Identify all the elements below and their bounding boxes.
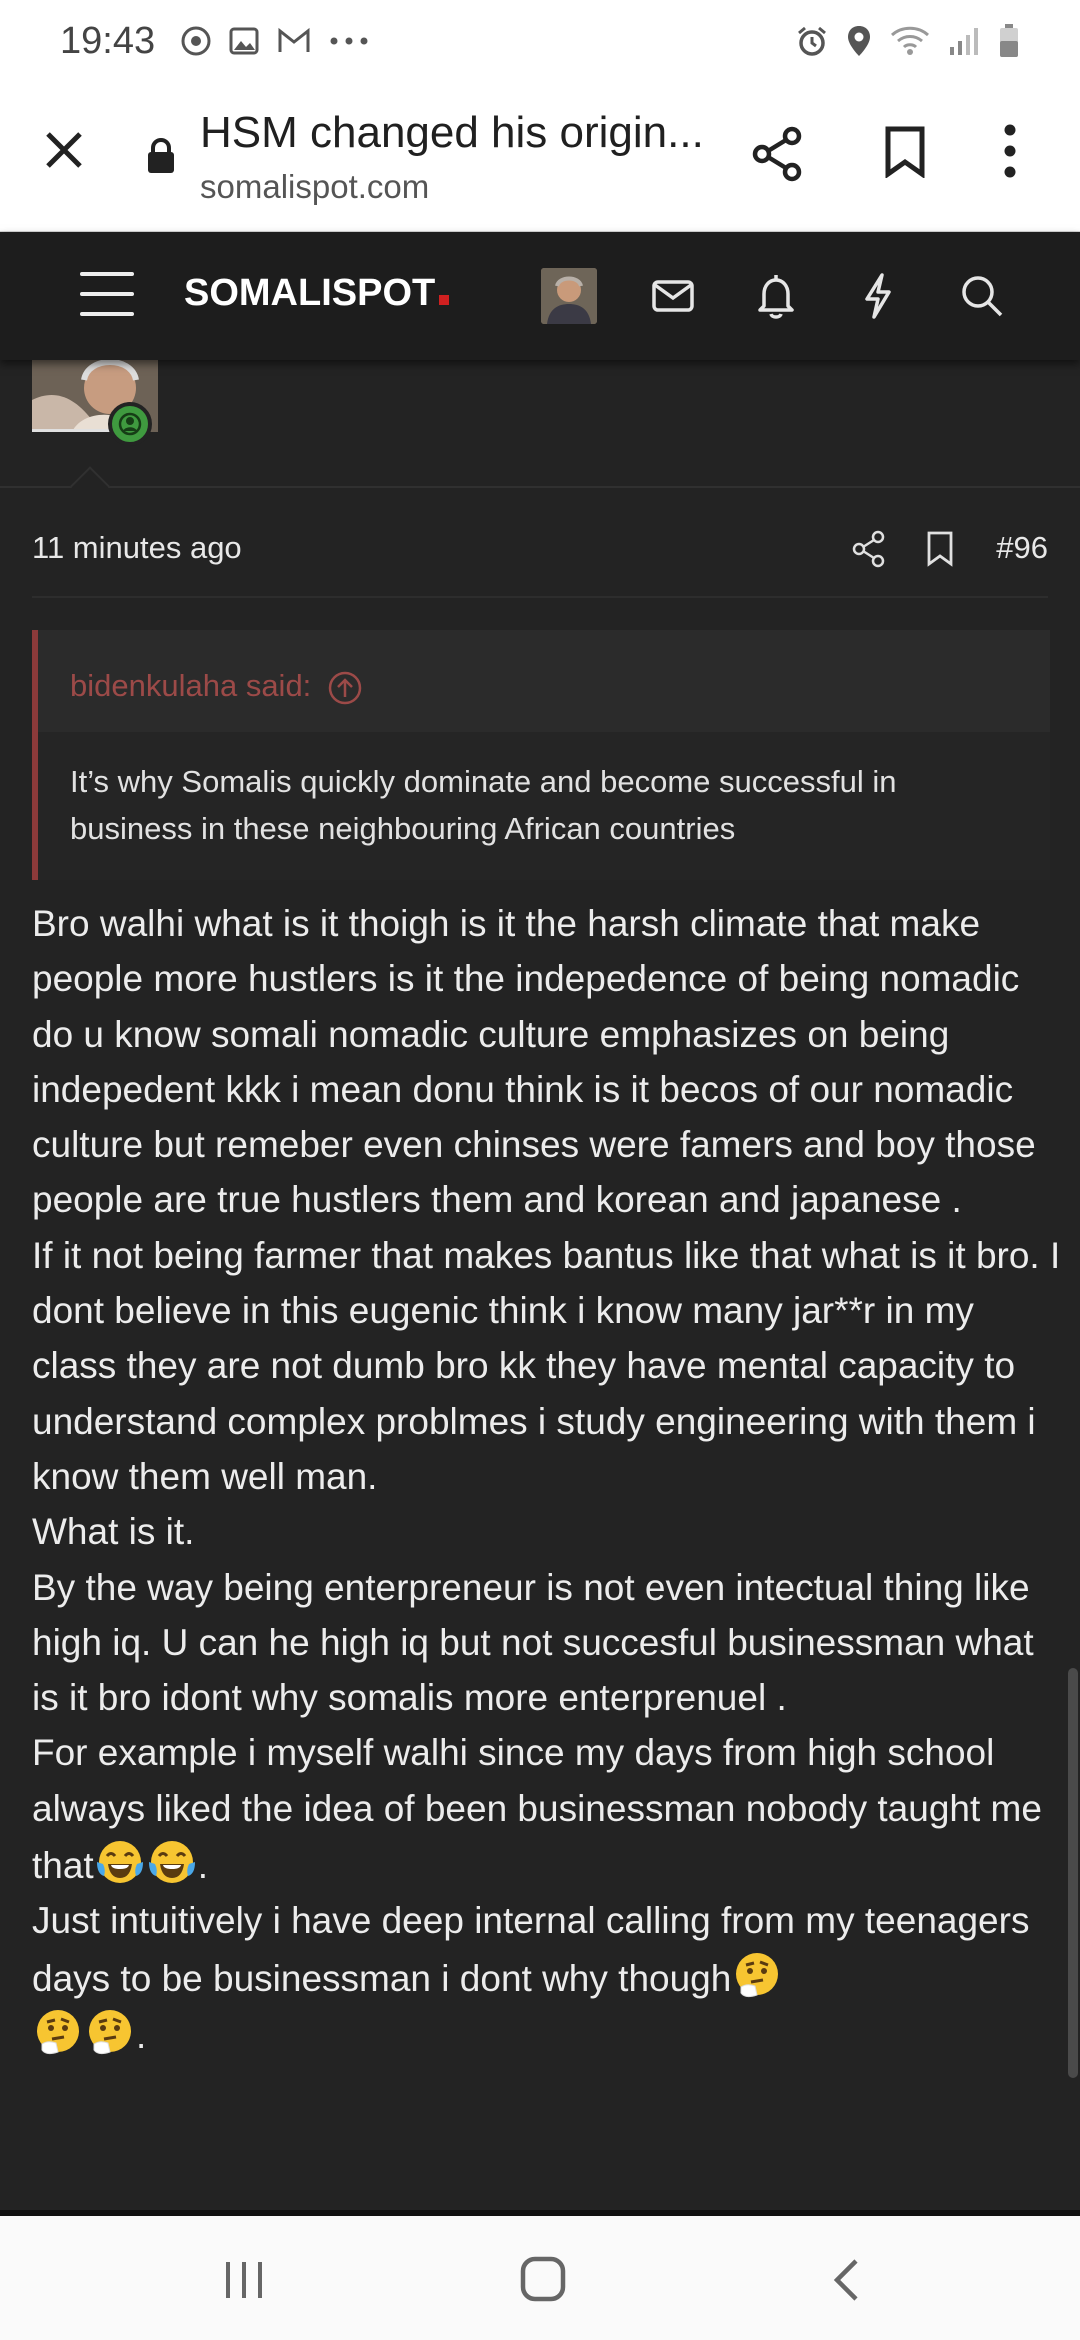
thinking-face-emoji-icon [736, 1952, 779, 1997]
more-vertical-icon [1004, 124, 1016, 178]
blockquote: bidenkulaha said: It’s why Somalis quick… [32, 630, 1050, 880]
divider [0, 486, 1080, 488]
lightning-icon [865, 273, 891, 319]
recents-button[interactable] [222, 2260, 266, 2305]
quote-author[interactable]: bidenkulaha said: [70, 668, 311, 704]
share-button[interactable] [752, 126, 804, 187]
avatar-underline [32, 429, 112, 432]
user-avatar-button[interactable] [541, 268, 597, 324]
alerts-button[interactable] [756, 272, 796, 325]
post-user-cell [32, 360, 160, 446]
bookmark-icon [885, 126, 925, 179]
bell-icon [758, 275, 794, 319]
site-logo-dot [439, 295, 450, 305]
whats-new-button[interactable] [862, 272, 894, 325]
post-body: Bro walhi what is it thoigh is it the ha… [32, 896, 1062, 2063]
menu-button[interactable] [80, 272, 134, 320]
post-meta: 11 minutes ago #96 [32, 520, 1048, 580]
wifi-icon [890, 26, 930, 55]
arrow-up-circle-icon[interactable] [327, 670, 363, 706]
post-share-button[interactable] [852, 530, 886, 573]
status-time: 19:43 [60, 19, 156, 62]
tears-of-joy-emoji-icon [96, 1841, 143, 1884]
status-bar: 19:43 [0, 0, 1080, 82]
site-header: SOMALISPOT [0, 232, 1080, 360]
user-online-icon [118, 412, 142, 436]
post-paragraph: By the way being enterpreneur is not eve… [32, 1566, 1034, 1719]
quote-text: It’s why Somalis quickly dominate and be… [38, 732, 1050, 880]
home-icon [520, 2256, 566, 2302]
bookmark-button[interactable] [884, 126, 926, 183]
post-paragraph-end: . [136, 2014, 147, 2056]
gallery-icon [229, 27, 259, 55]
close-tab-button[interactable] [36, 122, 92, 178]
post-bookmark-button[interactable] [926, 530, 954, 573]
tears-of-joy-emoji-icon [148, 1841, 195, 1884]
post-paragraph: Just intuitively i have deep internal ca… [32, 1900, 1030, 1999]
quote-header[interactable]: bidenkulaha said: [38, 630, 1050, 732]
post-paragraph: Bro walhi what is it thoigh is it the ha… [32, 903, 1036, 1221]
hamburger-icon [80, 292, 134, 296]
post-paragraph-with-emoji: Just intuitively i have deep internal ca… [32, 1893, 1062, 2063]
recents-icon [226, 2262, 262, 2298]
location-icon [848, 26, 870, 56]
scrollbar[interactable] [1068, 1668, 1078, 2078]
online-status-badge [108, 402, 152, 446]
post-paragraph: If it not being farmer that makes bantus… [32, 1234, 1061, 1497]
site-logo[interactable]: SOMALISPOT [184, 272, 450, 315]
share-icon [752, 126, 802, 182]
search-icon [962, 276, 1003, 317]
envelope-icon [652, 280, 694, 312]
back-chevron-icon [833, 2259, 858, 2301]
gmail-icon [278, 27, 310, 52]
page-title: HSM changed his origin... [200, 108, 704, 157]
home-button[interactable] [520, 2256, 566, 2307]
share-icon [852, 530, 885, 568]
message-arrow [70, 466, 110, 506]
site-logo-text: SOMALISPOT [184, 272, 436, 314]
back-button[interactable] [830, 2258, 862, 2307]
bookmark-icon [927, 531, 953, 567]
inbox-button[interactable] [652, 272, 694, 325]
chrome-icon [181, 26, 211, 56]
page-url: somalispot.com [200, 168, 430, 205]
system-nav-bar [0, 2216, 1080, 2340]
alarm-icon [798, 26, 826, 56]
post-paragraph-with-emoji: For example i myself walhi since my days… [32, 1725, 1062, 1893]
status-right-icons [796, 23, 1020, 59]
status-left-icons [181, 26, 369, 56]
thinking-face-emoji-icon [37, 2009, 79, 2055]
post-paragraph-end: . [197, 1845, 208, 1887]
browser-toolbar: HSM changed his origin... somalispot.com [0, 82, 1080, 232]
avatar [541, 268, 597, 324]
post-timestamp[interactable]: 11 minutes ago [32, 530, 242, 566]
thinking-face-emoji-icon [89, 2009, 131, 2055]
signal-icon [950, 28, 978, 55]
post-paragraph: What is it. [32, 1511, 195, 1553]
post-number[interactable]: #96 [996, 530, 1048, 566]
search-button[interactable] [960, 272, 1004, 325]
hamburger-icon [80, 312, 134, 316]
close-icon [46, 132, 82, 168]
lock-icon [148, 138, 174, 173]
hamburger-icon [80, 272, 134, 276]
battery-icon [1000, 24, 1018, 57]
more-dots-icon [330, 37, 368, 45]
divider [32, 596, 1048, 598]
overflow-menu-button[interactable] [1000, 122, 1020, 185]
thread-content: 11 minutes ago #96 bidenkulaha said: It’… [0, 360, 1080, 2210]
